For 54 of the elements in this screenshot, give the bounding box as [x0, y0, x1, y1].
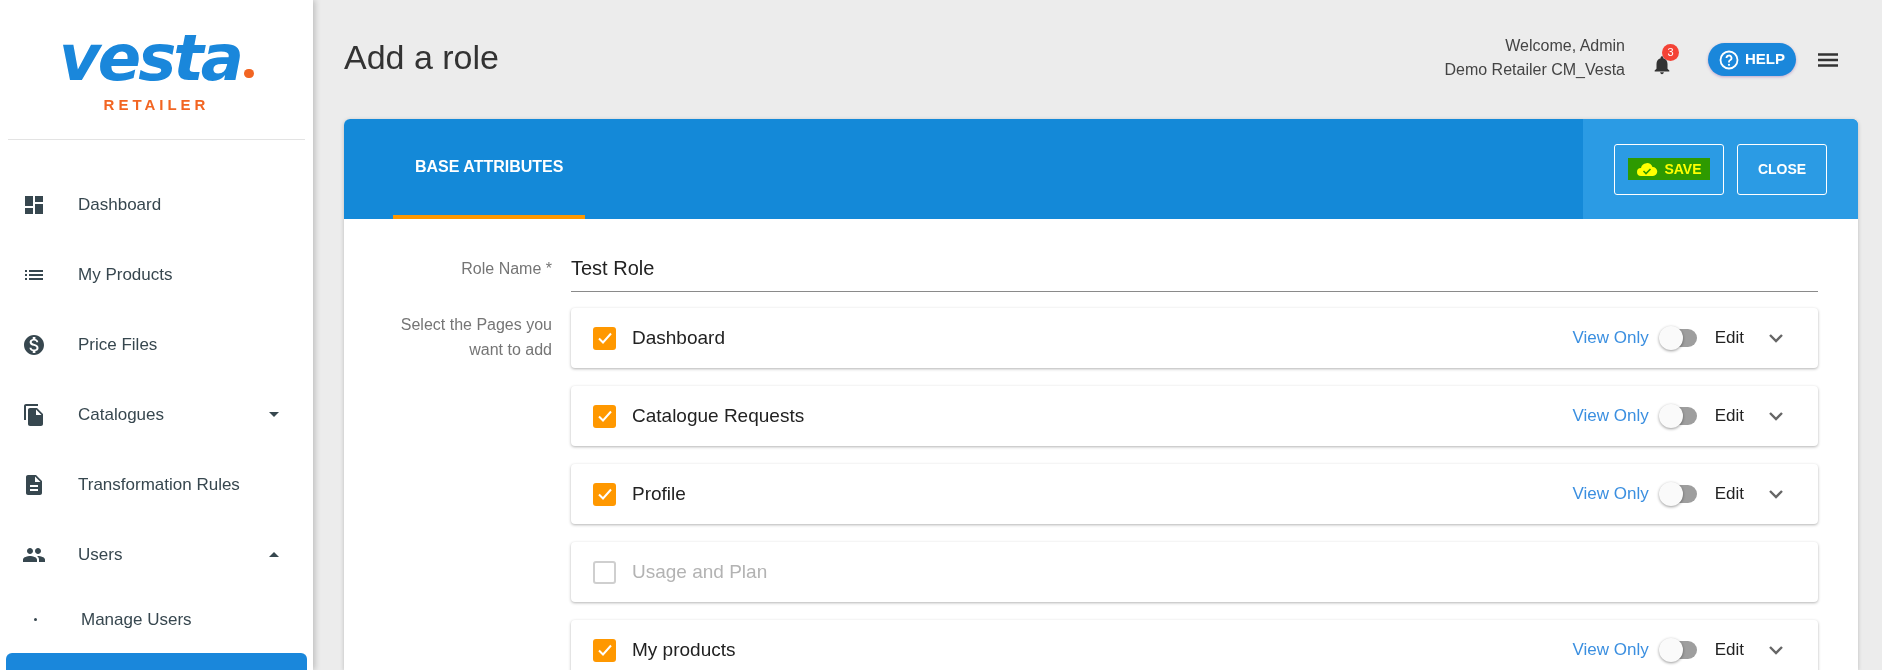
view-only-label: View Only	[1572, 327, 1649, 350]
permission-toggle[interactable]	[1658, 404, 1699, 428]
page-label: Catalogue Requests	[632, 403, 806, 428]
check-icon	[596, 408, 613, 424]
edit-label: Edit	[1714, 639, 1744, 662]
chevron-down-icon[interactable]	[1768, 333, 1784, 343]
dollar-icon	[22, 332, 46, 357]
page-label: My products	[632, 637, 737, 662]
checkbox[interactable]	[593, 326, 616, 350]
page-title: Add a role	[344, 37, 500, 78]
account-name: Demo Retailer CM_Vesta	[1444, 59, 1625, 80]
chevron-down-icon[interactable]	[1768, 489, 1784, 499]
help-button[interactable]: HELP	[1708, 43, 1796, 76]
checkbox[interactable]	[593, 638, 616, 662]
edit-label: Edit	[1714, 405, 1744, 428]
view-only-label: View Only	[1572, 483, 1649, 506]
check-icon	[596, 330, 613, 346]
nav-item[interactable]: Transformation Rules	[0, 449, 313, 520]
permission-toggle[interactable]	[1658, 482, 1699, 506]
nav-item[interactable]: Users	[0, 519, 313, 590]
checkbox[interactable]	[593, 560, 616, 584]
edit-label: Edit	[1714, 327, 1744, 350]
checkbox[interactable]	[593, 482, 616, 506]
role-name-field[interactable]: Test Role	[571, 253, 1818, 292]
nav-item[interactable]: Price Files	[0, 309, 313, 380]
tab[interactable]: BASE ATTRIBUTES	[393, 119, 586, 219]
nav-item[interactable]: Catalogues	[0, 379, 313, 450]
nav-item[interactable]: My Products	[0, 239, 313, 310]
bullet-icon	[34, 618, 37, 621]
documents-icon	[22, 402, 46, 427]
page-label: Profile	[632, 481, 687, 506]
view-only-label: View Only	[1572, 405, 1649, 428]
check-icon	[596, 642, 613, 658]
chevron-down-icon[interactable]	[1768, 411, 1784, 421]
welcome-text: Welcome, Admin	[1505, 35, 1625, 56]
permission-toggle[interactable]	[1658, 326, 1699, 350]
nav-item[interactable]: Dashboard	[0, 169, 313, 240]
field-label: Select the Pages you want to add	[399, 315, 552, 360]
page-label: Usage and Plan	[632, 559, 769, 584]
page-label: Dashboard	[632, 325, 726, 350]
logo-subtitle: RETAILER	[103, 95, 210, 115]
logo: vesta	[59, 26, 254, 90]
chevron-down-icon[interactable]	[1768, 645, 1784, 655]
check-icon	[596, 486, 613, 502]
view-only-label: View Only	[1572, 639, 1649, 662]
menu-icon[interactable]	[1818, 52, 1838, 67]
edit-label: Edit	[1714, 483, 1744, 506]
field-label: Role Name *	[460, 259, 552, 279]
notification-count: 3	[1662, 43, 1679, 61]
permission-toggle[interactable]	[1658, 638, 1699, 662]
cloud-check-icon	[1636, 161, 1659, 177]
nav-subitem[interactable]: Manage Users	[0, 589, 313, 650]
help-icon	[1719, 49, 1739, 70]
checkbox[interactable]	[593, 404, 616, 428]
